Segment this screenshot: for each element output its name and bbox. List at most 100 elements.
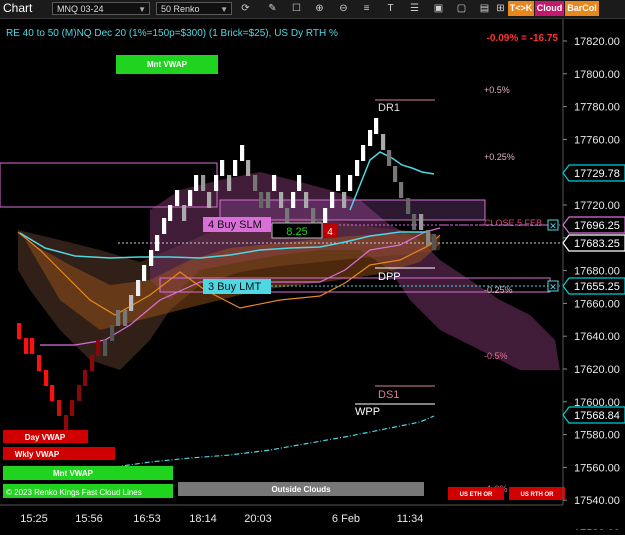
renko-brick — [374, 118, 379, 134]
renko-brick — [291, 192, 296, 208]
time-tick-label: 15:56 — [75, 513, 103, 525]
time-tick-label: 18:14 — [189, 513, 217, 525]
refresh-icon[interactable]: ⟳ — [239, 2, 252, 15]
renko-brick — [240, 145, 245, 161]
renko-brick — [57, 400, 62, 416]
close-5-feb-label: CLOSE 5 FEB — [484, 218, 542, 228]
dpp-label: DPP — [378, 271, 401, 283]
renko-brick — [182, 205, 187, 221]
wpp-label: WPP — [355, 406, 380, 418]
stop-order-label: 4 Buy SLM — [208, 219, 262, 231]
expand-icon[interactable]: ⊞ — [494, 2, 507, 15]
price-tick-label: 17720.00 — [574, 200, 620, 212]
plus-05-label: +0.5% — [484, 85, 510, 95]
price-tick-label: 17640.00 — [574, 331, 620, 343]
renko-chart[interactable]: +0.5% +0.25% -0.25% -0.5% -1.0% DR1 DPP … — [0, 19, 625, 535]
renko-brick — [116, 310, 121, 326]
list-icon[interactable]: ☰ — [408, 2, 421, 15]
renko-brick — [201, 175, 206, 191]
window-title: Chart — [3, 1, 33, 15]
outside-clouds-label: Outside Clouds — [271, 485, 331, 494]
renko-brick — [155, 235, 160, 251]
renko-brick — [188, 190, 193, 206]
renko-brick — [194, 175, 199, 191]
zoom-in-icon[interactable]: ⊕ — [313, 2, 326, 15]
renko-brick — [233, 160, 238, 176]
bar-type-selector[interactable]: 50 Renko ▼ — [156, 2, 232, 15]
pencil-icon[interactable]: ✎ — [266, 2, 279, 15]
renko-brick — [330, 192, 335, 208]
order-qty: 4 — [327, 227, 333, 238]
text-icon[interactable]: T — [384, 2, 397, 15]
renko-brick — [311, 208, 316, 224]
time-tick-label: 11:34 — [397, 513, 424, 525]
renko-brick — [220, 160, 225, 176]
checkbox-icon[interactable]: ☐ — [290, 2, 303, 15]
renko-brick — [259, 192, 264, 208]
sliders-icon[interactable]: ≡ — [360, 2, 373, 15]
renko-brick — [44, 370, 49, 386]
wkly-vwap-label: Wkly VWAP — [15, 450, 60, 459]
renko-brick — [426, 230, 431, 246]
barcol-button[interactable]: BarCol — [565, 1, 599, 16]
chart-options-icon[interactable]: ▤ — [478, 2, 491, 15]
renko-brick — [162, 218, 167, 234]
dr1-label: DR1 — [378, 102, 400, 114]
renko-brick — [304, 192, 309, 208]
bar-type-value: 50 Renko — [161, 4, 200, 14]
renko-brick — [323, 208, 328, 224]
price-tick-label: 17680.00 — [574, 266, 620, 278]
time-tick-label: 16:53 — [133, 513, 161, 525]
price-marker-label: 17655.25 — [574, 281, 620, 293]
limit-order-label: 3 Buy LMT — [208, 281, 261, 293]
image-icon[interactable]: ▣ — [432, 2, 445, 15]
chevron-down-icon: ▼ — [220, 5, 228, 14]
renko-brick — [399, 182, 404, 198]
renko-brick — [64, 415, 69, 431]
price-tick-label: 17580.00 — [574, 430, 620, 442]
mnt-vwap-top-label: Mnt VWAP — [147, 60, 188, 69]
copyright-label: © 2023 Renko Kings Fast Cloud Lines — [6, 488, 142, 497]
us-rth-or-label: US RTH OR — [521, 492, 555, 498]
chart-panel[interactable]: +0.5% +0.25% -0.25% -0.5% -1.0% DR1 DPP … — [0, 19, 625, 535]
close-icon[interactable]: ✕ — [549, 282, 557, 292]
chart-toolbar: Chart MNQ 03-24 ▼ 50 Renko ▼ ⟳ ✎ ☐ ⊕ ⊖ ≡… — [0, 0, 625, 19]
zoom-out-icon[interactable]: ⊖ — [337, 2, 350, 15]
renko-brick — [136, 280, 141, 296]
plus-025-label: +0.25% — [484, 152, 515, 162]
renko-brick — [381, 134, 386, 150]
renko-brick — [387, 150, 392, 166]
price-tick-label: 17620.00 — [574, 364, 620, 376]
renko-brick — [30, 338, 35, 354]
cloud-button[interactable]: Cloud — [535, 1, 564, 16]
t-k-button[interactable]: T<>K — [508, 1, 534, 16]
price-tick-label: 17560.00 — [574, 462, 620, 474]
renko-brick — [24, 338, 29, 354]
price-tick-label: 17780.00 — [574, 102, 620, 114]
instrument-selector[interactable]: MNQ 03-24 ▼ — [52, 2, 150, 15]
order-pnl: 8.25 — [286, 226, 307, 238]
renko-brick — [129, 295, 134, 311]
box-icon[interactable]: ▢ — [455, 2, 468, 15]
price-tick-label: 17540.00 — [574, 495, 620, 507]
renko-brick — [207, 192, 212, 208]
time-tick-label: 15:25 — [20, 513, 48, 525]
close-icon[interactable]: ✕ — [549, 221, 557, 231]
price-tick-label: 17800.00 — [574, 69, 620, 81]
renko-brick — [90, 355, 95, 371]
renko-brick — [336, 175, 341, 191]
renko-brick — [279, 192, 284, 208]
price-marker-label: 17568.84 — [574, 410, 620, 422]
price-tick-label: 17760.00 — [574, 134, 620, 146]
price-marker-label: 17683.25 — [574, 238, 620, 250]
chart-description: RE 40 to 50 (M)NQ Dec 20 (1%=150p=$300) … — [6, 28, 338, 39]
renko-brick — [149, 250, 154, 266]
renko-brick — [246, 160, 251, 176]
renko-brick — [142, 265, 147, 281]
renko-brick — [77, 385, 82, 401]
price-marker-label: 17729.78 — [574, 168, 620, 180]
minus-05-label: -0.5% — [484, 351, 508, 361]
us-eth-or-label: US ETH OR — [460, 492, 493, 498]
renko-brick — [406, 198, 411, 214]
renko-brick — [227, 175, 232, 191]
